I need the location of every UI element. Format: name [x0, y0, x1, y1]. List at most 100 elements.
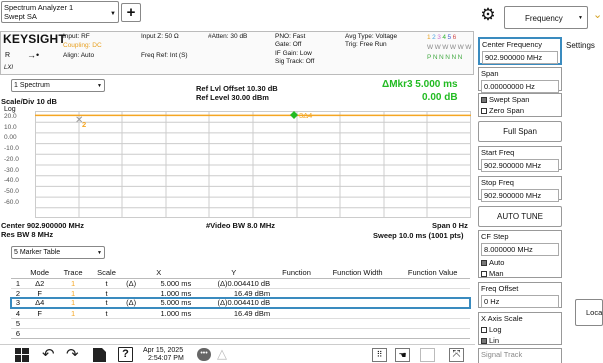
radio-icon [481, 97, 487, 104]
span-annot[interactable]: Span 0 Hz [432, 221, 468, 230]
header-x: X [156, 268, 162, 278]
grid-view-icon[interactable]: ⠿ [372, 348, 387, 362]
gate-setting[interactable]: Gate: Off [275, 41, 301, 48]
redo-icon[interactable]: ↷ [66, 345, 79, 363]
chevron-down-icon: ▼ [97, 83, 102, 89]
key-label: Start Freq [481, 148, 515, 157]
table-row[interactable]: 5 [11, 318, 470, 328]
header-function: Function [282, 268, 311, 278]
analyzer-dropdown[interactable]: Spectrum Analyzer 1 Swept SA ▼ [1, 1, 119, 23]
signal-track-key[interactable]: Signal Track [478, 348, 562, 363]
row-trace [56, 328, 90, 338]
x-axis-lin-option[interactable]: Lin [479, 335, 561, 346]
x-axis-scale-key[interactable]: X Axis Scale Log Lin [478, 312, 562, 345]
stop-freq-key[interactable]: Stop Freq 902.900000 MHz [478, 176, 562, 202]
row-function-width [320, 308, 395, 318]
chevron-down-icon: ▼ [110, 11, 116, 17]
input-setting[interactable]: Input: RF [63, 33, 90, 40]
undo-icon[interactable]: ↶ [42, 345, 55, 363]
trig-setting[interactable]: Trig: Free Run [345, 41, 387, 48]
freq-ref-setting[interactable]: Freq Ref: Int (S) [141, 52, 188, 59]
if-gain-setting[interactable]: IF Gain: Low [275, 50, 312, 57]
start-freq-key[interactable]: Start Freq 902.900000 MHz [478, 146, 562, 172]
swept-zero-span-key[interactable]: Swept Span Zero Span [478, 93, 562, 117]
key-label: Signal Track [481, 350, 523, 359]
marker-2-label: 2 [82, 120, 86, 129]
option-label: Man [489, 269, 504, 278]
brand-logo: KEYSIGHT [3, 32, 66, 46]
y-tick-labels: 20.0 10.0 0.00 -10.0 -20.0 -30.0 -40.0 -… [4, 112, 34, 208]
scale-div[interactable]: Scale/Div 10 dB [1, 97, 57, 106]
trace-type: W [427, 44, 435, 51]
video-bw-annot[interactable]: #Video BW 8.0 MHz [206, 221, 275, 230]
row-trace: 1 [71, 278, 76, 288]
cf-step-man-option[interactable]: Man [479, 268, 561, 279]
radio-icon [481, 327, 487, 334]
row-delta: (Δ) [126, 298, 137, 308]
marker-table-dropdown[interactable]: 5 Marker Table ▼ [11, 246, 105, 259]
center-frequency-key[interactable]: Center Frequency 902.900000 MHz [478, 37, 562, 65]
add-screen-button[interactable]: + [121, 3, 141, 22]
view-dropdown[interactable]: 1 Spectrum ▼ [11, 79, 105, 92]
row-y: 16.49 dBm [233, 288, 271, 298]
row-function-value [395, 328, 470, 338]
stop-freq-input[interactable]: 902.900000 MHz [481, 189, 559, 202]
x-axis-log-option[interactable]: Log [479, 324, 561, 335]
window-layout-icon[interactable] [420, 348, 435, 362]
sig-track-setting[interactable]: Sig Track: Off [275, 58, 314, 65]
chevron-down-icon: ▼ [578, 15, 583, 21]
row-delta [123, 318, 145, 328]
span-key[interactable]: Span 0.00000000 Hz [478, 67, 562, 93]
row-function-value [395, 278, 470, 288]
maximize-icon[interactable]: ⤧ [449, 348, 464, 362]
touch-icon[interactable]: ☚ [395, 348, 410, 362]
local-button[interactable]: Loca [575, 299, 603, 326]
avg-type-setting[interactable]: Avg Type: Voltage [345, 33, 397, 40]
row-mode [23, 328, 56, 338]
table-row[interactable]: 1 Δ2 1 t (Δ) 5.000 ms (Δ)0.004410 dB [11, 278, 470, 288]
view-label: 1 Spectrum [14, 82, 50, 89]
cf-step-key[interactable]: CF Step 8.000000 MHz Auto Man [478, 230, 562, 278]
res-bw-annot[interactable]: Res BW 8 MHz [1, 230, 53, 239]
pin-icon[interactable]: ⌄ [593, 8, 602, 21]
row-mode [23, 318, 56, 328]
file-icon[interactable] [93, 348, 106, 362]
cf-step-auto-option[interactable]: Auto [479, 257, 561, 268]
coupling-setting[interactable]: Coupling: DC [63, 42, 102, 49]
align-setting[interactable]: Align: Auto [63, 52, 94, 59]
settings-tab[interactable]: Settings [566, 41, 595, 50]
row-y [194, 318, 273, 328]
full-span-button[interactable]: Full Span [478, 121, 562, 142]
gear-icon[interactable]: ⚙ [479, 6, 497, 24]
cf-step-input[interactable]: 8.000000 MHz [481, 243, 559, 256]
spectrum-graticule[interactable]: ✕ 2 3Δ4 [35, 111, 471, 218]
zero-span-option[interactable]: Zero Span [479, 105, 561, 116]
span-input[interactable]: 0.00000000 Hz [481, 80, 559, 93]
table-row[interactable]: 6 [11, 328, 470, 338]
freq-offset-input[interactable]: 0 Hz [481, 295, 559, 308]
help-icon[interactable]: ? [118, 347, 133, 362]
row-function-value [395, 298, 470, 308]
center-freq-annot[interactable]: Center 902.900000 MHz [1, 221, 84, 230]
input-z-setting[interactable]: Input Z: 50 Ω [141, 33, 179, 40]
ref-level[interactable]: Ref Level 30.00 dBm [196, 93, 269, 102]
pno-setting[interactable]: PNO: Fast [275, 33, 305, 40]
sweep-annot[interactable]: Sweep 10.0 ms (1001 pts) [373, 231, 463, 240]
row-mode: Δ4 [35, 298, 45, 308]
warning-triangle-icon[interactable]: △ [217, 346, 227, 362]
atten-setting[interactable]: #Atten: 30 dB [208, 33, 247, 40]
table-row[interactable]: 4 F 1 t 1.000 ms 16.49 dBm [11, 308, 470, 318]
trace-indicator[interactable]: 123456 WWWWWW PNNNNN [427, 33, 475, 63]
chat-icon[interactable]: ••• [197, 348, 211, 361]
auto-tune-button[interactable]: AUTO TUNE [478, 206, 562, 227]
freq-offset-key[interactable]: Freq Offset 0 Hz [478, 282, 562, 308]
table-row[interactable]: 2 F 1 t 1.000 ms 16.49 dBm [11, 288, 470, 298]
ref-lvl-offset[interactable]: Ref Lvl Offset 10.30 dB [196, 84, 278, 93]
taskbar-date: Apr 15, 2025 [143, 347, 184, 354]
frequency-menu-dropdown[interactable]: Frequency ▼ [504, 6, 588, 29]
windows-start-icon[interactable] [15, 348, 29, 362]
start-freq-input[interactable]: 902.900000 MHz [481, 159, 559, 172]
swept-span-option[interactable]: Swept Span [479, 94, 561, 105]
center-freq-input[interactable]: 902.900000 MHz [482, 51, 558, 64]
table-row-selected[interactable]: 3 Δ4 1 t (Δ) 5.000 ms (Δ)0.004410 dB [10, 297, 471, 309]
